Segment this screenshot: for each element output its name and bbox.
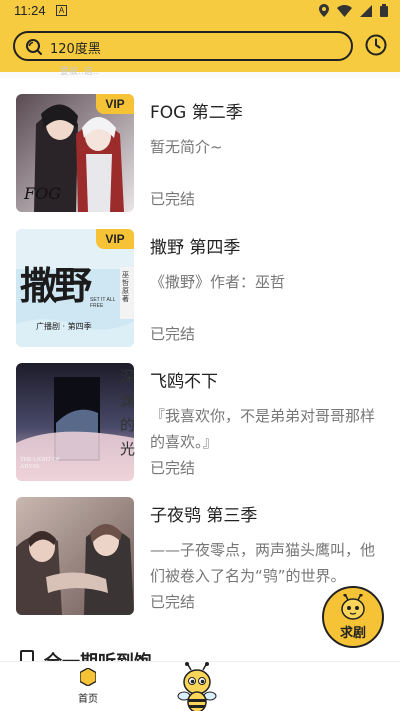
- search-icon: [26, 39, 42, 55]
- cover-vertical-text: 深渊的光: [120, 368, 136, 458]
- request-label: 求剧: [339, 626, 366, 641]
- book-status: 已完结: [150, 325, 196, 343]
- home-hexagon-icon: [80, 668, 96, 686]
- vip-badge: VIP: [96, 94, 134, 114]
- list-item[interactable]: 撒野 巫哲原著 SET IT ALL FREE 广播剧 · 第四季 VIP 撒野…: [16, 229, 386, 347]
- nav-home-label: 首页: [78, 694, 98, 705]
- bottom-nav: 首页: [0, 661, 400, 711]
- status-bar: 11:24 A: [0, 0, 400, 22]
- book-cover[interactable]: 撒野 巫哲原著 SET IT ALL FREE 广播剧 · 第四季 VIP: [16, 229, 134, 347]
- scrolled-content-peek: 要被..追..: [0, 67, 400, 78]
- cover-logo: FOG: [24, 184, 61, 203]
- book-description: ——子夜零点，两声猫头鹰叫，他们被卷入了名为“鸮”的世界。: [150, 541, 376, 585]
- list-item[interactable]: THE LIGHT OF ABYSS 深渊的光 飞鸥不下 『我喜欢你，不是弟弟对…: [16, 363, 386, 481]
- book-title[interactable]: FOG 第二季: [150, 98, 243, 123]
- search-input[interactable]: 120度黑: [13, 31, 353, 61]
- cover-side-text: 巫哲原著: [122, 271, 129, 303]
- book-status: 已完结: [150, 190, 196, 208]
- location-icon: [319, 4, 329, 17]
- cover-english: SET IT ALL FREE: [90, 297, 116, 309]
- history-icon[interactable]: [364, 33, 388, 57]
- book-cover[interactable]: THE LIGHT OF ABYSS: [16, 363, 134, 481]
- signal-icon: [360, 4, 372, 17]
- search-query: 120度黑: [50, 42, 101, 57]
- notification-icon: A: [56, 5, 67, 16]
- list-item[interactable]: FOG VIP FOG 第二季 暂无简介~ 已完结: [16, 94, 386, 212]
- book-description: 《撒野》作者：巫哲: [150, 273, 286, 291]
- cover-subtitle: 广播剧 · 第四季: [36, 322, 92, 331]
- status-icons: [319, 4, 388, 17]
- bee-mascot-icon[interactable]: [176, 662, 218, 711]
- status-time: 11:24: [14, 3, 46, 18]
- book-status: 已完结: [150, 593, 196, 611]
- vip-badge: VIP: [96, 229, 134, 249]
- battery-icon: [380, 4, 388, 17]
- cover-logo: 撒野: [20, 263, 92, 308]
- book-title[interactable]: 飞鸥不下: [150, 367, 218, 392]
- book-status: 已完结: [150, 459, 196, 477]
- book-description: 『我喜欢你，不是弟弟对哥哥那样的喜欢。』: [150, 407, 376, 451]
- book-cover[interactable]: FOG VIP: [16, 94, 134, 212]
- request-drama-button[interactable]: 求剧: [322, 586, 384, 648]
- book-title[interactable]: 撒野 第四季: [150, 233, 240, 258]
- bee-face-icon: [341, 594, 365, 620]
- book-description: 暂无简介~: [150, 138, 223, 156]
- peek-text: 要被..追..: [60, 67, 99, 77]
- nav-home[interactable]: 首页: [68, 668, 108, 708]
- book-title[interactable]: 子夜鸮 第三季: [150, 501, 257, 526]
- book-cover[interactable]: [16, 497, 134, 615]
- wifi-icon: [337, 4, 352, 17]
- cover-english: THE LIGHT OF ABYSS: [20, 457, 61, 470]
